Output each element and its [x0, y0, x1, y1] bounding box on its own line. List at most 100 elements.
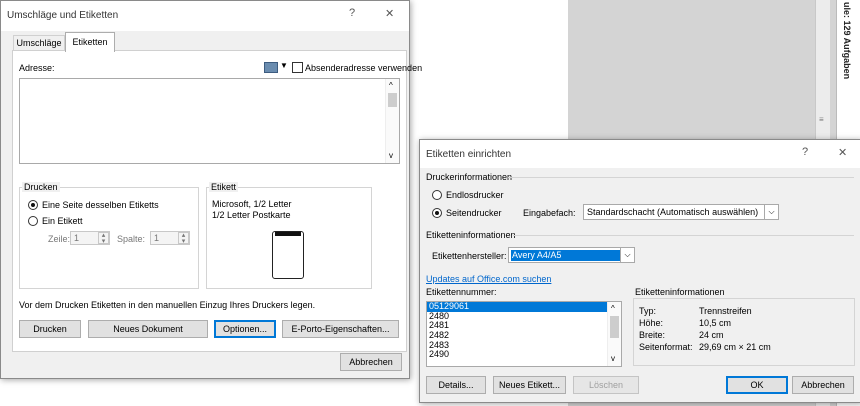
single-label-label: Ein Etikett [42, 216, 83, 226]
setup-help-button[interactable]: ? [802, 146, 808, 158]
info-type-label: Typ: [639, 306, 657, 316]
setup-titlebar: Etiketten einrichten ? ✕ [420, 140, 860, 168]
row-value: 1 [74, 233, 80, 243]
product-number-item[interactable]: 2490 [427, 350, 609, 360]
close-button[interactable]: ✕ [385, 7, 394, 20]
tray-label: Eingabefach: [523, 208, 576, 218]
label-group-label: Etikett [209, 182, 239, 192]
page-printer-label: Seitendrucker [446, 208, 502, 218]
label-info-divider [513, 235, 854, 236]
product-number-item[interactable]: 2483 [427, 340, 609, 351]
label-preview-icon[interactable] [272, 231, 304, 279]
row-label: Zeile: [48, 234, 71, 244]
list-scroll-up-icon[interactable]: ^ [611, 304, 615, 313]
info-width-label: Breite: [639, 330, 666, 340]
info-group-label: Etiketteninformationen [635, 287, 725, 297]
options-button[interactable]: Optionen... [214, 320, 276, 338]
tab-labels[interactable]: Etiketten [65, 32, 115, 52]
full-page-radio[interactable] [28, 200, 38, 210]
info-height-label: Höhe: [639, 318, 664, 328]
address-textarea[interactable]: ^ v [19, 78, 400, 164]
printer-info-heading: Druckerinformationen [426, 172, 513, 182]
address-scrollbar[interactable]: ^ v [385, 79, 399, 163]
help-button[interactable]: ? [349, 7, 355, 19]
full-page-label: Eine Seite desselben Etiketts [42, 200, 159, 210]
info-type-value: Trennstreifen [699, 306, 752, 316]
setup-cancel-label: Abbrechen [801, 380, 845, 390]
sender-address-checkbox[interactable] [292, 62, 303, 73]
vendor-dropdown-icon[interactable]: ⌵ [620, 248, 634, 262]
dialog-titlebar: Umschläge und Etiketten ? ✕ [1, 1, 409, 31]
address-book-icon[interactable] [264, 62, 278, 73]
details-button[interactable]: Details... [426, 376, 486, 394]
cancel-button[interactable]: Abbrechen [340, 353, 402, 371]
list-scroll-thumb[interactable] [610, 316, 619, 338]
ok-button-label: OK [750, 380, 764, 390]
manual-feed-note: Vor dem Drucken Etiketten in den manuell… [19, 300, 316, 310]
eporto-properties-label: E-Porto-Eigenschaften... [291, 324, 390, 334]
label-info-heading: Etiketteninformationen [426, 230, 516, 240]
product-number-list[interactable]: 05129061 2480 2481 2482 2483 2490 ^ v [426, 301, 622, 367]
product-number-item[interactable]: 05129061 [427, 301, 609, 312]
updates-link[interactable]: Updates auf Office.com suchen [426, 274, 551, 284]
tab-envelopes-label: Umschläge [16, 38, 62, 48]
product-number-item[interactable]: 2480 [427, 311, 609, 322]
scroll-thumb[interactable] [388, 93, 397, 107]
product-number-items: 05129061 2480 2481 2482 2483 2490 [427, 301, 609, 360]
product-number-item[interactable]: 2482 [427, 330, 609, 341]
label-line2: 1/2 Letter Postkarte [212, 210, 291, 220]
label-setup-dialog: Etiketten einrichten ? ✕ Druckerinformat… [419, 139, 860, 403]
delete-button-label: Löschen [588, 380, 624, 390]
eporto-properties-button[interactable]: E-Porto-Eigenschaften... [282, 320, 399, 338]
delete-button: Löschen [573, 376, 639, 394]
vendor-label: Etikettenhersteller: [432, 251, 507, 261]
vendor-select[interactable]: Avery A4/A5 ⌵ [508, 247, 635, 263]
tray-dropdown-icon[interactable]: ⌵ [764, 205, 778, 219]
column-spinner-icon[interactable]: ▴ ▾ [178, 232, 189, 245]
tab-labels-label: Etiketten [72, 37, 108, 47]
single-label-radio[interactable] [28, 216, 38, 226]
continuous-printer-radio[interactable] [432, 190, 442, 200]
page-printer-radio[interactable] [432, 208, 442, 218]
info-page-label: Seitenformat: [639, 342, 693, 352]
print-button[interactable]: Drucken [19, 320, 81, 338]
side-pane-title: ule: 129 Aufgaben [838, 2, 858, 112]
tab-envelopes[interactable]: Umschläge [13, 35, 65, 51]
cancel-button-label: Abbrechen [349, 357, 393, 367]
info-height-value: 10,5 cm [699, 318, 732, 328]
continuous-printer-label: Endlosdrucker [446, 190, 504, 200]
new-document-button[interactable]: Neues Dokument [88, 320, 208, 338]
row-input[interactable]: 1 ▴ ▾ [70, 231, 110, 245]
scroll-up-icon[interactable]: ^ [389, 81, 393, 90]
new-label-button[interactable]: Neues Etikett... [493, 376, 566, 394]
product-number-item[interactable]: 2481 [427, 321, 609, 331]
side-pane-title-text: ule: 129 Aufgaben [842, 2, 852, 80]
info-page-value: 29,69 cm × 21 cm [699, 342, 771, 352]
column-label: Spalte: [117, 234, 146, 244]
sender-address-label: Absenderadresse verwenden [305, 63, 423, 73]
column-input[interactable]: 1 ▴ ▾ [150, 231, 190, 245]
column-value: 1 [154, 233, 160, 243]
dialog-title: Umschläge und Etiketten [7, 10, 119, 21]
options-button-label: Optionen... [222, 324, 268, 334]
tab-panel: Adresse: ▼ Absenderadresse verwenden ^ v… [12, 50, 422, 352]
envelopes-labels-dialog: Umschläge und Etiketten ? ✕ Umschläge Et… [0, 0, 422, 379]
setup-close-button[interactable]: ✕ [838, 146, 847, 159]
ok-button[interactable]: OK [726, 376, 788, 394]
vendor-value: Avery A4/A5 [511, 250, 623, 261]
product-list-scrollbar[interactable]: ^ v [607, 302, 621, 366]
address-book-dropdown-icon[interactable]: ▼ [280, 61, 288, 70]
details-button-label: Details... [438, 380, 474, 390]
new-label-button-label: Neues Etikett... [498, 380, 561, 390]
setup-title: Etiketten einrichten [426, 149, 512, 160]
list-scroll-down-icon[interactable]: v [611, 354, 615, 363]
setup-cancel-button[interactable]: Abbrechen [792, 376, 854, 394]
address-label: Adresse: [19, 63, 55, 73]
scroll-down-icon[interactable]: v [389, 151, 393, 160]
row-spinner-icon[interactable]: ▴ ▾ [98, 232, 109, 245]
new-document-label: Neues Dokument [113, 324, 183, 334]
tray-select[interactable]: Standardschacht (Automatisch auswählen) … [583, 204, 779, 220]
printer-info-divider [508, 177, 854, 178]
product-number-label: Etikettennummer: [426, 287, 497, 297]
info-width-value: 24 cm [699, 330, 724, 340]
